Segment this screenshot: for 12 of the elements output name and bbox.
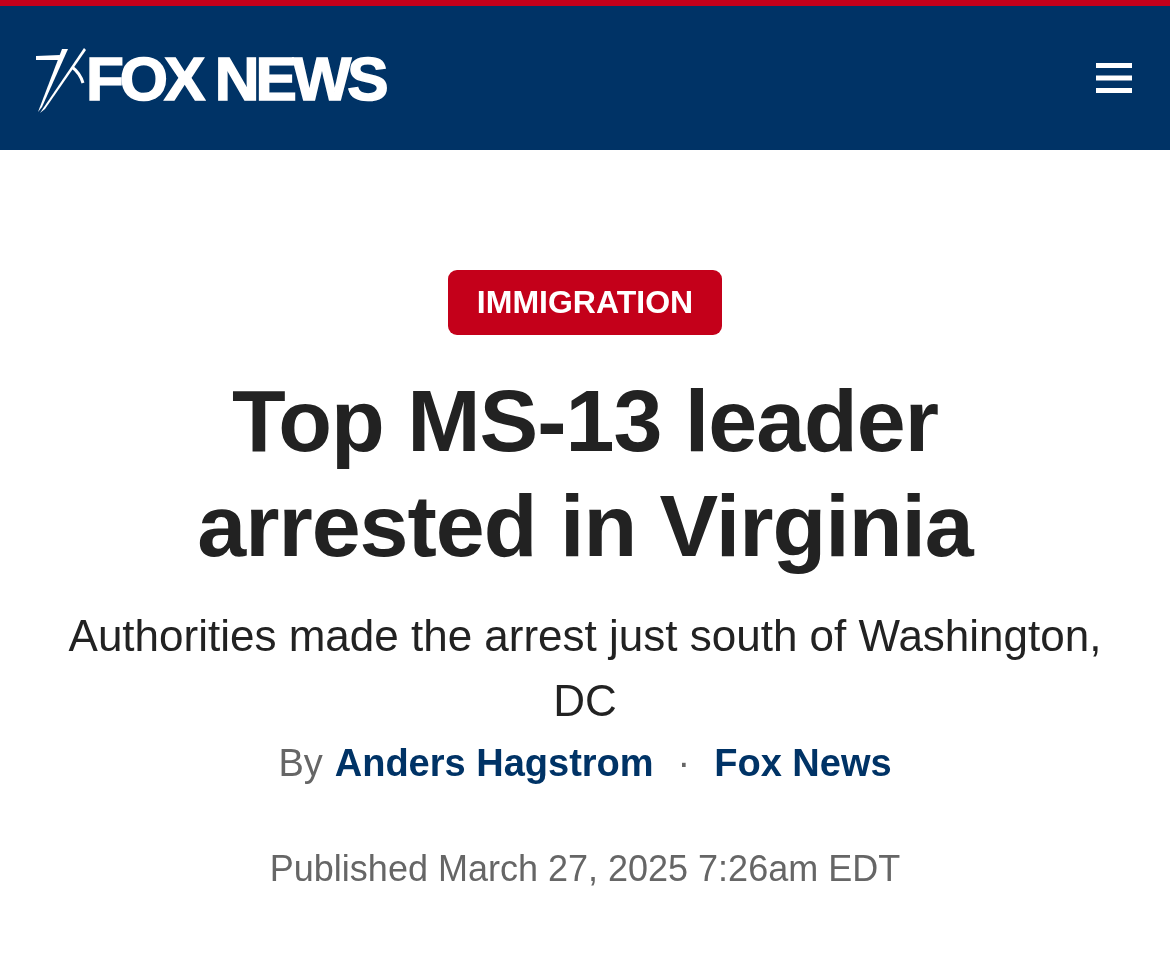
published-date: Published March 27, 2025 7:26am EDT [269, 847, 901, 891]
article-headline: Top MS-13 leader arrested in Virginia [196, 370, 975, 577]
menu-button[interactable] [1096, 63, 1132, 93]
byline-separator: · [677, 741, 691, 786]
article-subheadline: Authorities made the arrest just south of Washington, DC [67, 610, 1103, 727]
menu-icon [1096, 63, 1132, 93]
category-tag[interactable]: IMMIGRATION [447, 270, 723, 335]
author-link[interactable]: Anders Hagstrom [334, 740, 654, 786]
logo-text[interactable]: FOX NEWS [86, 48, 385, 110]
byline-prefix: By [278, 741, 323, 786]
source-link[interactable]: Fox News [714, 740, 892, 786]
logo-streak-icon[interactable] [36, 47, 86, 113]
